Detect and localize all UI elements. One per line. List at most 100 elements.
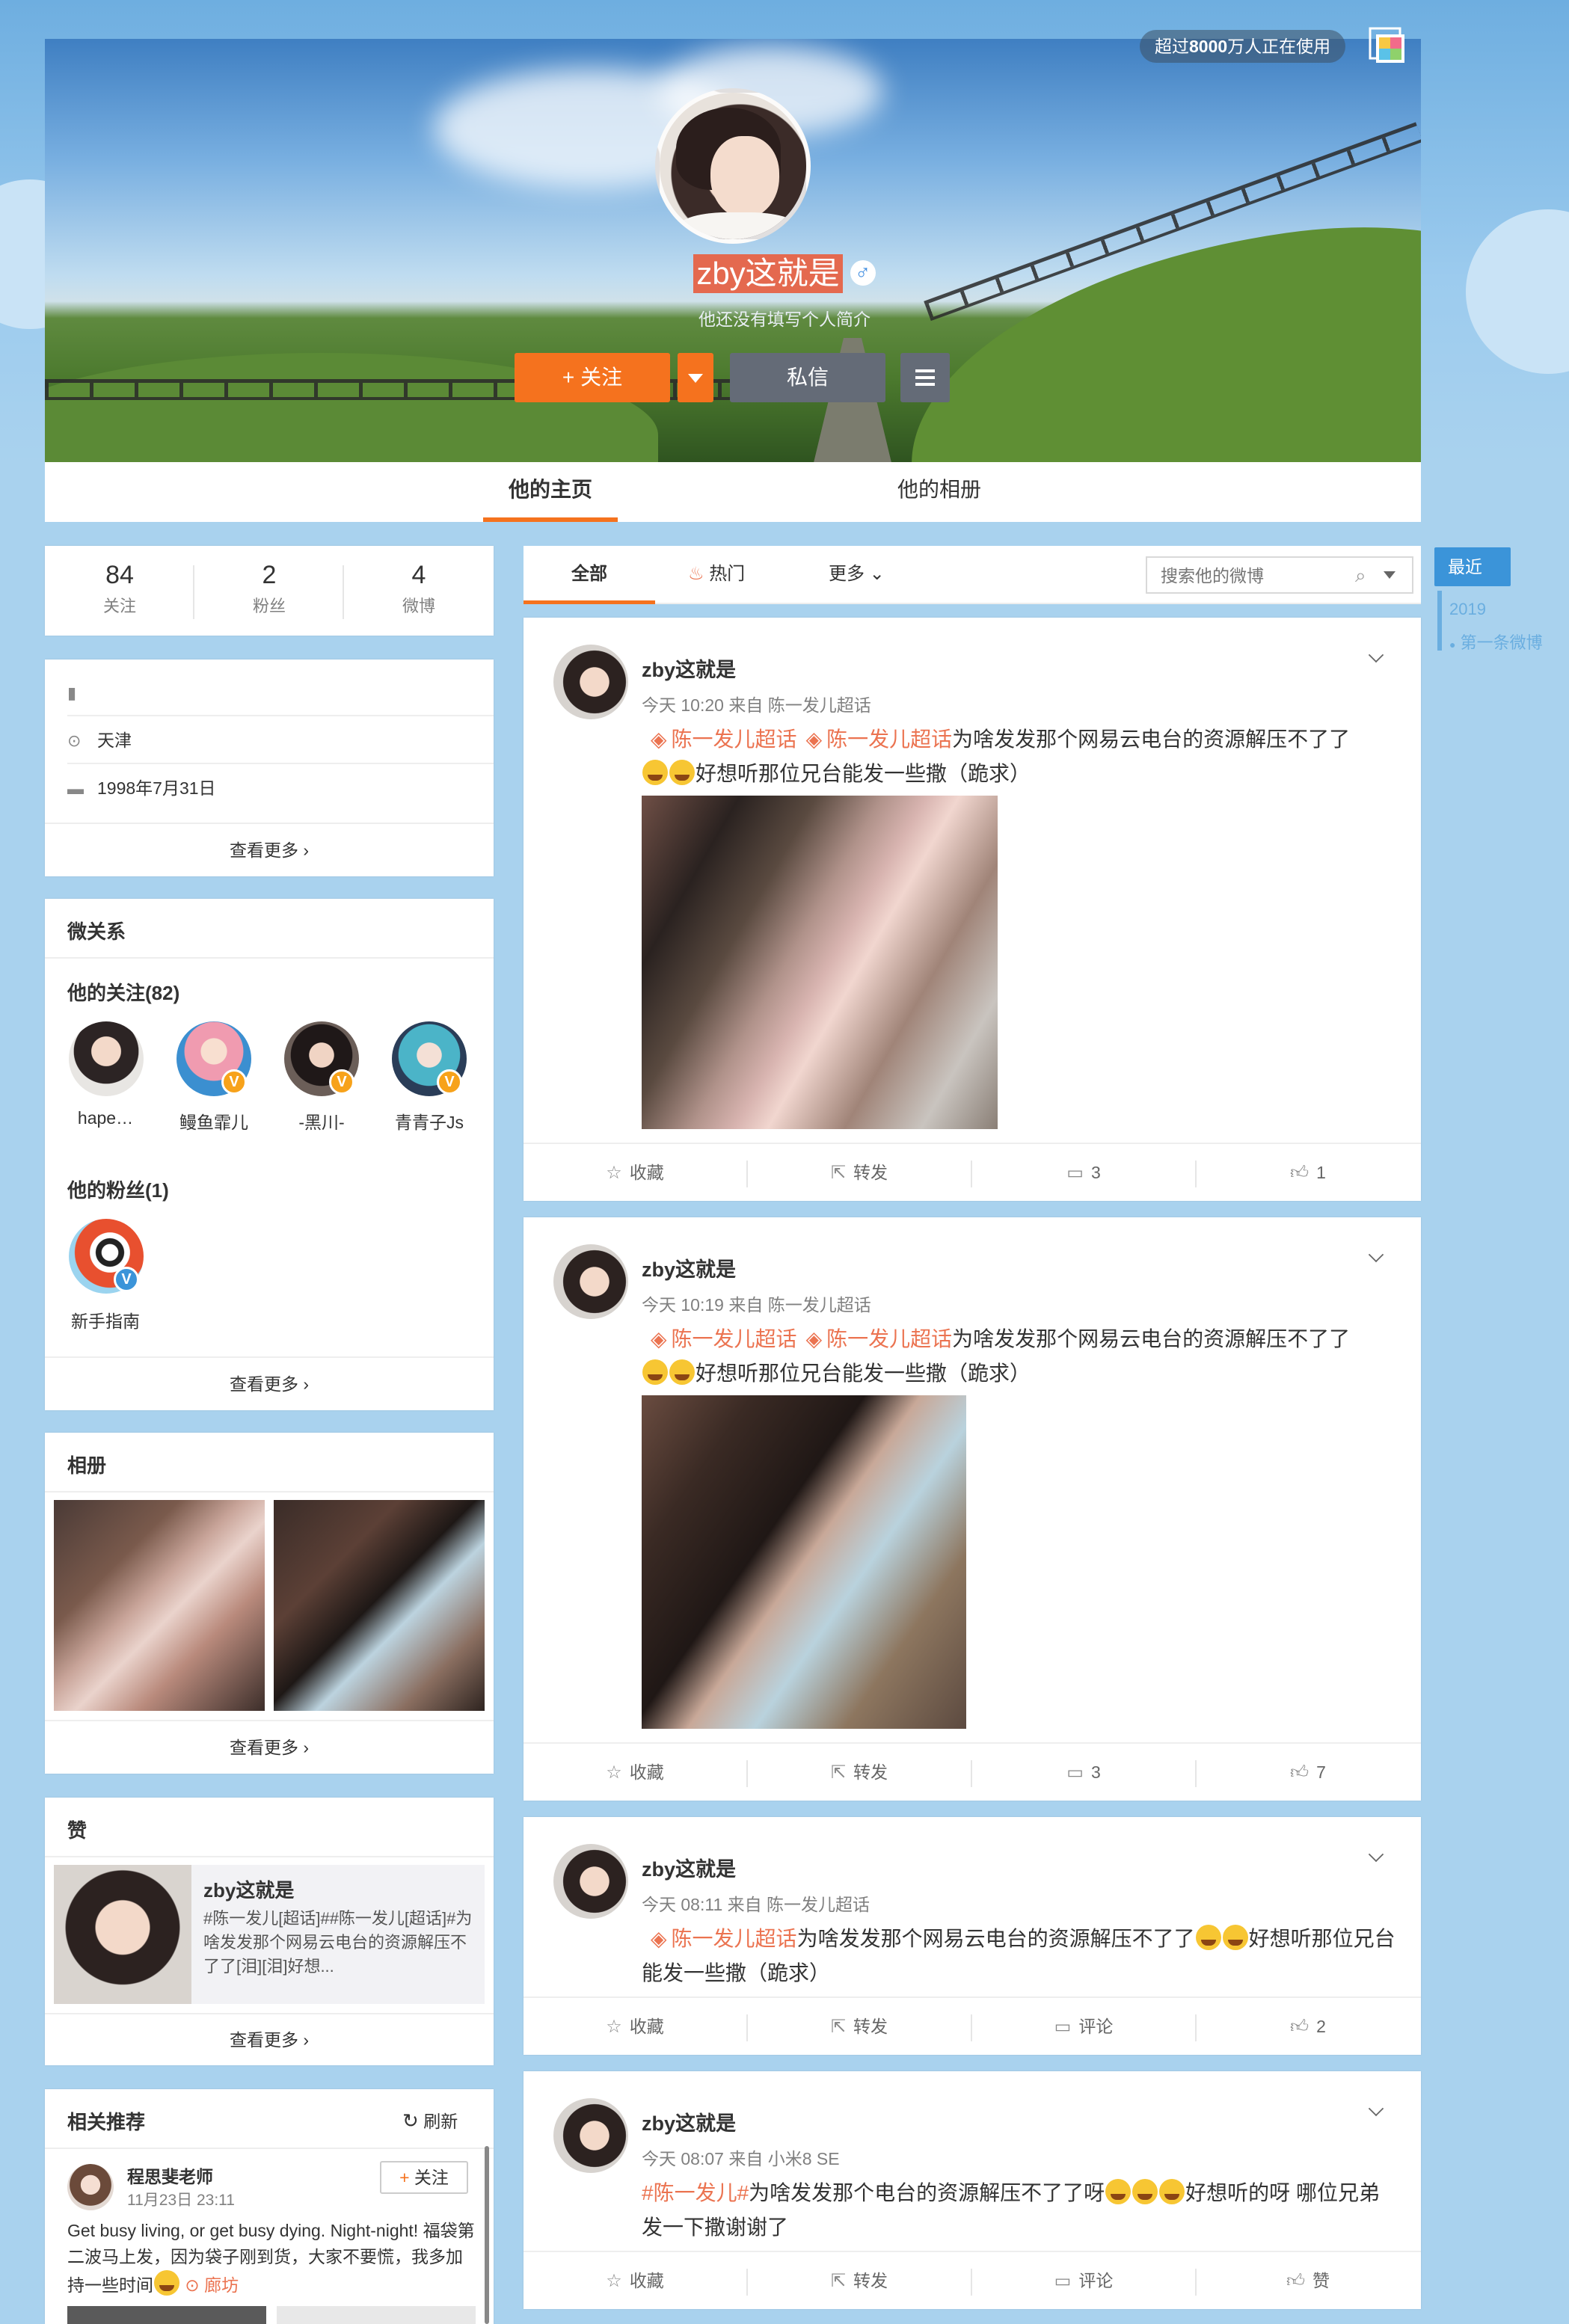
timeline-first[interactable]: ● 第一条微博 xyxy=(1449,630,1543,654)
fan-name[interactable]: 新手指南 xyxy=(57,1307,154,1332)
likes-title: 赞 xyxy=(67,1819,87,1842)
favorite-button[interactable]: ☆ 收藏 xyxy=(523,1744,746,1802)
recommend-name[interactable]: 程思斐老师 xyxy=(127,2162,213,2188)
recommend-image[interactable] xyxy=(67,2306,266,2324)
tab-album[interactable]: 他的相册 xyxy=(872,462,1007,522)
repost-button[interactable]: ⇱ 转发 xyxy=(748,2252,971,2311)
post-tag[interactable]: 陈一发儿超话 xyxy=(826,1327,952,1350)
follow-dropdown-button[interactable] xyxy=(678,353,713,402)
album-photo[interactable] xyxy=(274,1500,485,1711)
post-tag[interactable]: 陈一发儿超话 xyxy=(826,728,952,751)
chevron-down-icon[interactable] xyxy=(1368,1246,1384,1263)
feed-tab-more[interactable]: 更多 ⌄ xyxy=(829,546,885,604)
post-meta: 今天 10:20 来自 陈一发儿超话 xyxy=(642,695,871,715)
post-avatar[interactable] xyxy=(553,1244,628,1319)
repost-button[interactable]: ⇱ 转发 xyxy=(748,1998,971,2056)
post-tag[interactable]: #陈一发儿# xyxy=(642,2181,749,2204)
following-avatar[interactable] xyxy=(69,1021,144,1096)
info-more-link[interactable]: 查看更多 › xyxy=(45,823,494,876)
likes-more-link[interactable]: 查看更多 › xyxy=(45,2013,494,2065)
album-photo[interactable] xyxy=(54,1500,265,1711)
feed-search[interactable]: ⌕ xyxy=(1146,556,1413,594)
repost-button[interactable]: ⇱ 转发 xyxy=(748,1144,971,1202)
chevron-down-icon[interactable] xyxy=(1368,1846,1384,1863)
following-name[interactable]: 青青子Js xyxy=(381,1108,478,1134)
favorite-button[interactable]: ☆ 收藏 xyxy=(523,2252,746,2311)
verified-icon: V xyxy=(437,1069,462,1095)
album-more-link[interactable]: 查看更多 › xyxy=(45,1720,494,1774)
comment-button[interactable]: ▭ 评论 xyxy=(972,2252,1195,2311)
comment-button[interactable]: ▭ 3 xyxy=(972,1744,1195,1802)
stat-following[interactable]: 84 关注 xyxy=(45,561,194,617)
post-author[interactable]: zby这就是 xyxy=(642,654,736,683)
liked-post[interactable]: zby这就是 #陈一发儿[超话]##陈一发儿[超话]#为啥发发那个网易云电台的资… xyxy=(54,1865,485,2004)
feed-post: zby这就是 今天 10:19 来自 陈一发儿超话 ◈ 陈一发儿超话 ◈ 陈一发儿超话… xyxy=(523,1217,1421,1801)
verified-icon: V xyxy=(114,1267,139,1292)
relations-more-link[interactable]: 查看更多 › xyxy=(45,1356,494,1410)
favorite-button[interactable]: ☆ 收藏 xyxy=(523,1144,746,1202)
like-button[interactable]: 👍︎ 2 xyxy=(1197,1998,1419,2056)
post-tag[interactable]: 陈一发儿超话 xyxy=(672,1327,797,1350)
skin-icon[interactable] xyxy=(1367,27,1406,66)
post-author[interactable]: zby这就是 xyxy=(642,2107,736,2136)
chevron-down-icon[interactable] xyxy=(1368,2100,1384,2117)
post-tag[interactable]: 陈一发儿超话 xyxy=(672,1927,797,1950)
profile-avatar[interactable] xyxy=(655,88,811,244)
search-icon[interactable]: ⌕ xyxy=(1355,564,1366,588)
timeline-recent[interactable]: 最近 xyxy=(1434,547,1511,586)
feed-tab-hot[interactable]: ♨ 热门 xyxy=(688,546,745,604)
caret-down-icon[interactable] xyxy=(1384,571,1395,585)
feed-tab-all[interactable]: 全部 xyxy=(523,546,655,604)
stat-posts[interactable]: 4 微博 xyxy=(344,561,494,617)
comment-button[interactable]: ▭ 3 xyxy=(972,1144,1195,1202)
fans-title[interactable]: 他的粉丝(1) xyxy=(67,1175,169,1203)
recommend-title: 相关推荐 xyxy=(67,2111,146,2133)
relations-title: 微关系 xyxy=(67,920,126,943)
recommend-scrollbar[interactable] xyxy=(485,2146,489,2324)
following-title[interactable]: 他的关注(82) xyxy=(67,978,179,1006)
refresh-button[interactable]: ↻ 刷新 xyxy=(402,2107,458,2133)
menu-icon[interactable] xyxy=(900,353,950,402)
repost-button[interactable]: ⇱ 转发 xyxy=(748,1744,971,1802)
following-name[interactable]: -黑川- xyxy=(273,1108,370,1134)
feed-search-input[interactable] xyxy=(1161,564,1348,588)
post-tag[interactable]: 陈一发儿超话 xyxy=(672,728,797,751)
stat-fans[interactable]: 2 粉丝 xyxy=(194,561,344,617)
following-name[interactable]: hape… xyxy=(57,1108,154,1128)
location-icon: ⊙ xyxy=(67,731,82,750)
repost-icon: ⇱ xyxy=(830,2017,847,2037)
recommend-time: 11月23日 23:11 xyxy=(127,2192,235,2209)
comment-icon: ▭ xyxy=(1066,1163,1084,1183)
birthday-icon: ▬ xyxy=(67,779,84,798)
post-author[interactable]: zby这就是 xyxy=(642,1853,736,1882)
post-avatar[interactable] xyxy=(553,645,628,719)
album-title: 相册 xyxy=(67,1454,107,1477)
profile-tabbar: 他的主页 他的相册 xyxy=(45,462,1421,522)
chevron-down-icon[interactable] xyxy=(1368,647,1384,663)
recommend-image[interactable] xyxy=(277,2306,476,2324)
timeline-year[interactable]: 2019 xyxy=(1449,600,1486,619)
recommend-avatar[interactable] xyxy=(67,2164,114,2210)
like-button[interactable]: 👍︎ 1 xyxy=(1197,1144,1419,1202)
fire-icon: ♨ xyxy=(688,564,704,584)
tab-home[interactable]: 他的主页 xyxy=(483,462,618,522)
post-image[interactable] xyxy=(642,796,998,1129)
like-button[interactable]: 👍︎ 赞 xyxy=(1197,2252,1419,2311)
message-button[interactable]: 私信 xyxy=(730,353,885,402)
like-button[interactable]: 👍︎ 7 xyxy=(1197,1744,1419,1802)
recommend-follow-button[interactable]: + 关注 xyxy=(380,2161,468,2194)
follow-button[interactable]: + 关注 xyxy=(515,353,670,402)
post-avatar[interactable] xyxy=(553,2098,628,2173)
recommend-location[interactable]: 廊坊 xyxy=(204,2275,239,2295)
emoji-icon xyxy=(154,2270,179,2296)
following-name[interactable]: 鳗鱼霏儿 xyxy=(165,1108,262,1134)
star-icon: ☆ xyxy=(606,2271,622,2291)
post-actions: ☆ 收藏 ⇱ 转发 ▭ 3 👍︎ 1 xyxy=(523,1143,1421,1201)
post-avatar[interactable] xyxy=(553,1844,628,1919)
post-author[interactable]: zby这就是 xyxy=(642,1253,736,1282)
favorite-button[interactable]: ☆ 收藏 xyxy=(523,1998,746,2056)
supertopic-icon: ◈ xyxy=(651,1927,667,1950)
emoji-icon xyxy=(1159,2179,1185,2204)
comment-button[interactable]: ▭ 评论 xyxy=(972,1998,1195,2056)
post-image[interactable] xyxy=(642,1395,966,1729)
